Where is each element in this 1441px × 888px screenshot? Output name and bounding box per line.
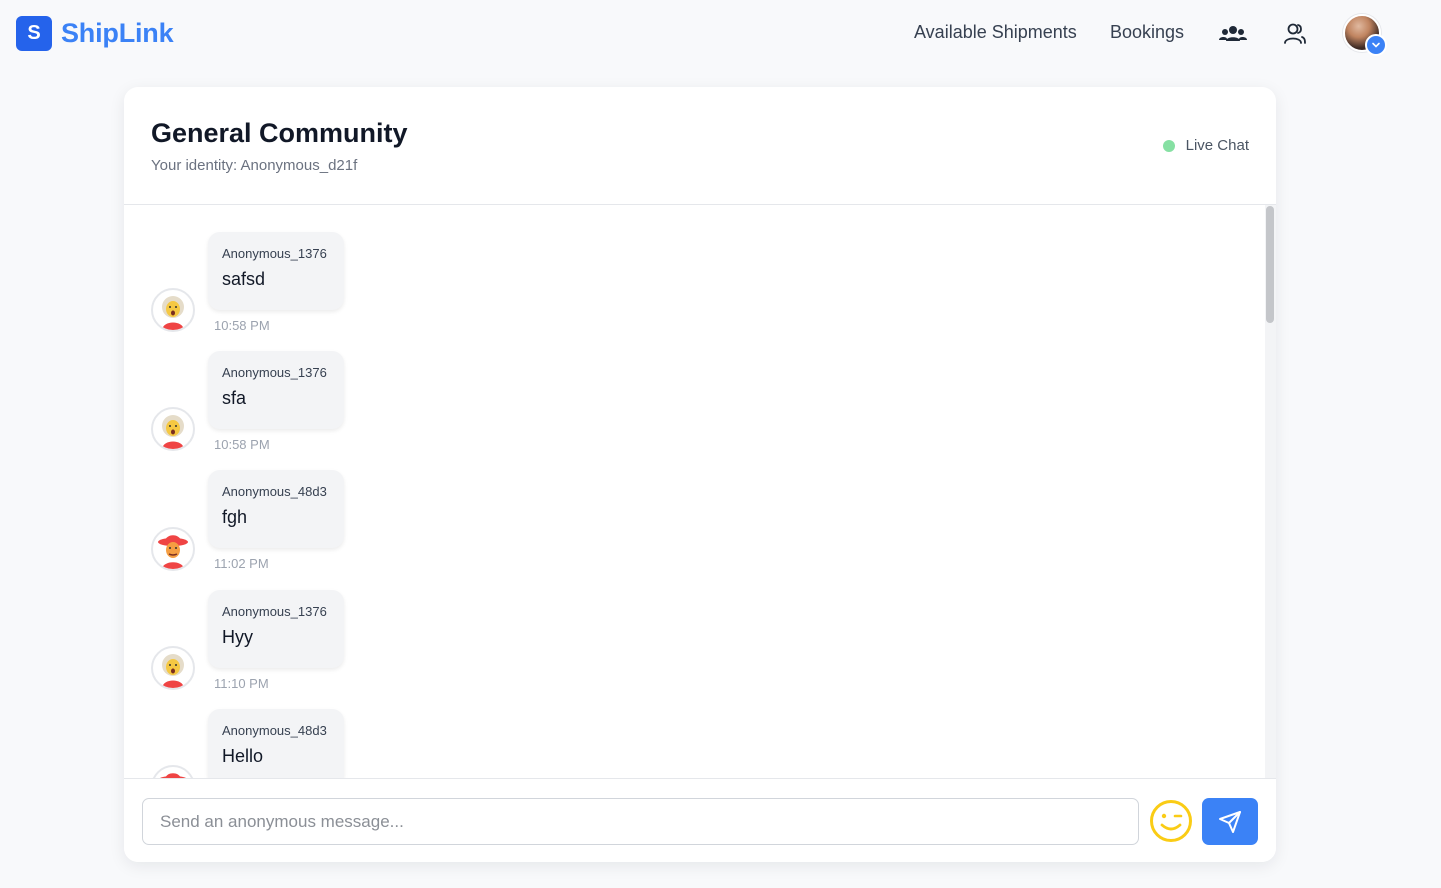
hat-avatar-icon	[151, 765, 195, 778]
message-time: 11:02 PM	[214, 556, 269, 571]
message-item: Anonymous_48d3 Hello	[151, 709, 551, 778]
message-item: Anonymous_1376 sfa 10:58 PM	[151, 351, 551, 461]
message-text: Hello	[222, 746, 264, 766]
users-group-icon[interactable]	[1218, 20, 1248, 48]
emoji-icon[interactable]	[1148, 798, 1194, 844]
message-sender: Anonymous_1376	[222, 365, 327, 380]
hat-avatar-icon	[151, 527, 195, 571]
message-bubble: Anonymous_48d3 fgh	[208, 470, 344, 548]
user-icon[interactable]	[1280, 20, 1310, 48]
message-time: 10:58 PM	[214, 318, 270, 333]
nav-link-bookings[interactable]: Bookings	[1110, 22, 1184, 43]
message-bubble: Anonymous_1376 Hyy	[208, 590, 344, 668]
message-item: Anonymous_48d3 fgh 11:02 PM	[151, 470, 551, 580]
identity-label: Your identity: Anonymous_d21f	[151, 157, 358, 174]
message-text: safsd	[222, 269, 266, 289]
message-bubble: Anonymous_48d3 Hello	[208, 709, 344, 778]
chevron-down-icon	[1365, 34, 1387, 56]
message-sender: Anonymous_48d3	[222, 723, 327, 738]
message-sender: Anonymous_48d3	[222, 484, 327, 499]
message-item: Anonymous_1376 Hyy 11:10 PM	[151, 590, 551, 700]
live-status: Live Chat	[1162, 137, 1249, 154]
message-bubble: Anonymous_1376 safsd	[208, 232, 344, 310]
message-sender: Anonymous_1376	[222, 604, 327, 619]
message-list[interactable]: Anonymous_1376 safsd 10:58 PM Anonymous_…	[124, 205, 1276, 778]
elder-avatar-icon	[151, 407, 195, 451]
message-input[interactable]	[142, 798, 1139, 845]
message-text: fgh	[222, 507, 248, 527]
profile-menu[interactable]	[1343, 14, 1387, 56]
message-time: 10:58 PM	[214, 437, 270, 452]
chat-header: General Community Your identity: Anonymo…	[124, 87, 1276, 205]
chat-card: General Community Your identity: Anonymo…	[124, 87, 1276, 862]
scrollbar-thumb[interactable]	[1266, 206, 1274, 323]
message-composer	[124, 778, 1276, 862]
send-icon	[1219, 810, 1241, 833]
message-text: sfa	[222, 388, 247, 408]
brand-logo[interactable]: S ShipLink	[16, 16, 174, 51]
brand-name: ShipLink	[61, 18, 174, 48]
message-item: Anonymous_1376 safsd 10:58 PM	[151, 232, 551, 342]
elder-avatar-icon	[151, 288, 195, 332]
page-title: General Community	[151, 118, 408, 148]
elder-avatar-icon	[151, 646, 195, 690]
nav-link-available-shipments[interactable]: Available Shipments	[914, 22, 1077, 43]
message-bubble: Anonymous_1376 sfa	[208, 351, 344, 429]
brand-badge: S	[16, 16, 52, 51]
top-navbar: S ShipLink Available Shipments Bookings	[0, 0, 1441, 68]
scrollbar[interactable]	[1265, 205, 1276, 778]
send-button[interactable]	[1202, 798, 1258, 845]
message-text: Hyy	[222, 627, 253, 647]
live-status-label: Live Chat	[1185, 137, 1249, 154]
message-sender: Anonymous_1376	[222, 246, 327, 261]
status-dot-icon	[1162, 139, 1175, 152]
message-time: 11:10 PM	[214, 676, 269, 691]
